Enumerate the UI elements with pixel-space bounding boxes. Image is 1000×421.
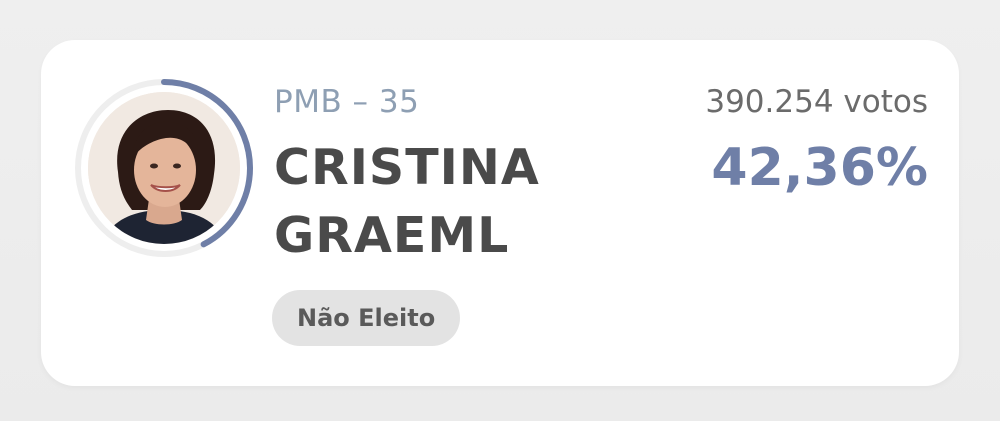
party-number: PMB – 35 — [274, 84, 420, 120]
results-page: PMB – 35 CRISTINA GRAEML Não Eleito 390.… — [0, 0, 1000, 421]
candidate-card[interactable]: PMB – 35 CRISTINA GRAEML Não Eleito 390.… — [41, 40, 959, 386]
avatar — [88, 92, 240, 244]
status-badge: Não Eleito — [272, 290, 461, 346]
vote-percentage: 42,36% — [711, 138, 928, 198]
candidate-name: CRISTINA GRAEML — [274, 134, 634, 270]
vote-count: 390.254 votos — [705, 84, 928, 120]
candidate-photo-icon — [88, 92, 240, 244]
avatar-with-progress-ring — [73, 77, 255, 259]
candidate-name-line2: GRAEML — [274, 207, 510, 264]
candidate-name-line1: CRISTINA — [274, 139, 540, 196]
